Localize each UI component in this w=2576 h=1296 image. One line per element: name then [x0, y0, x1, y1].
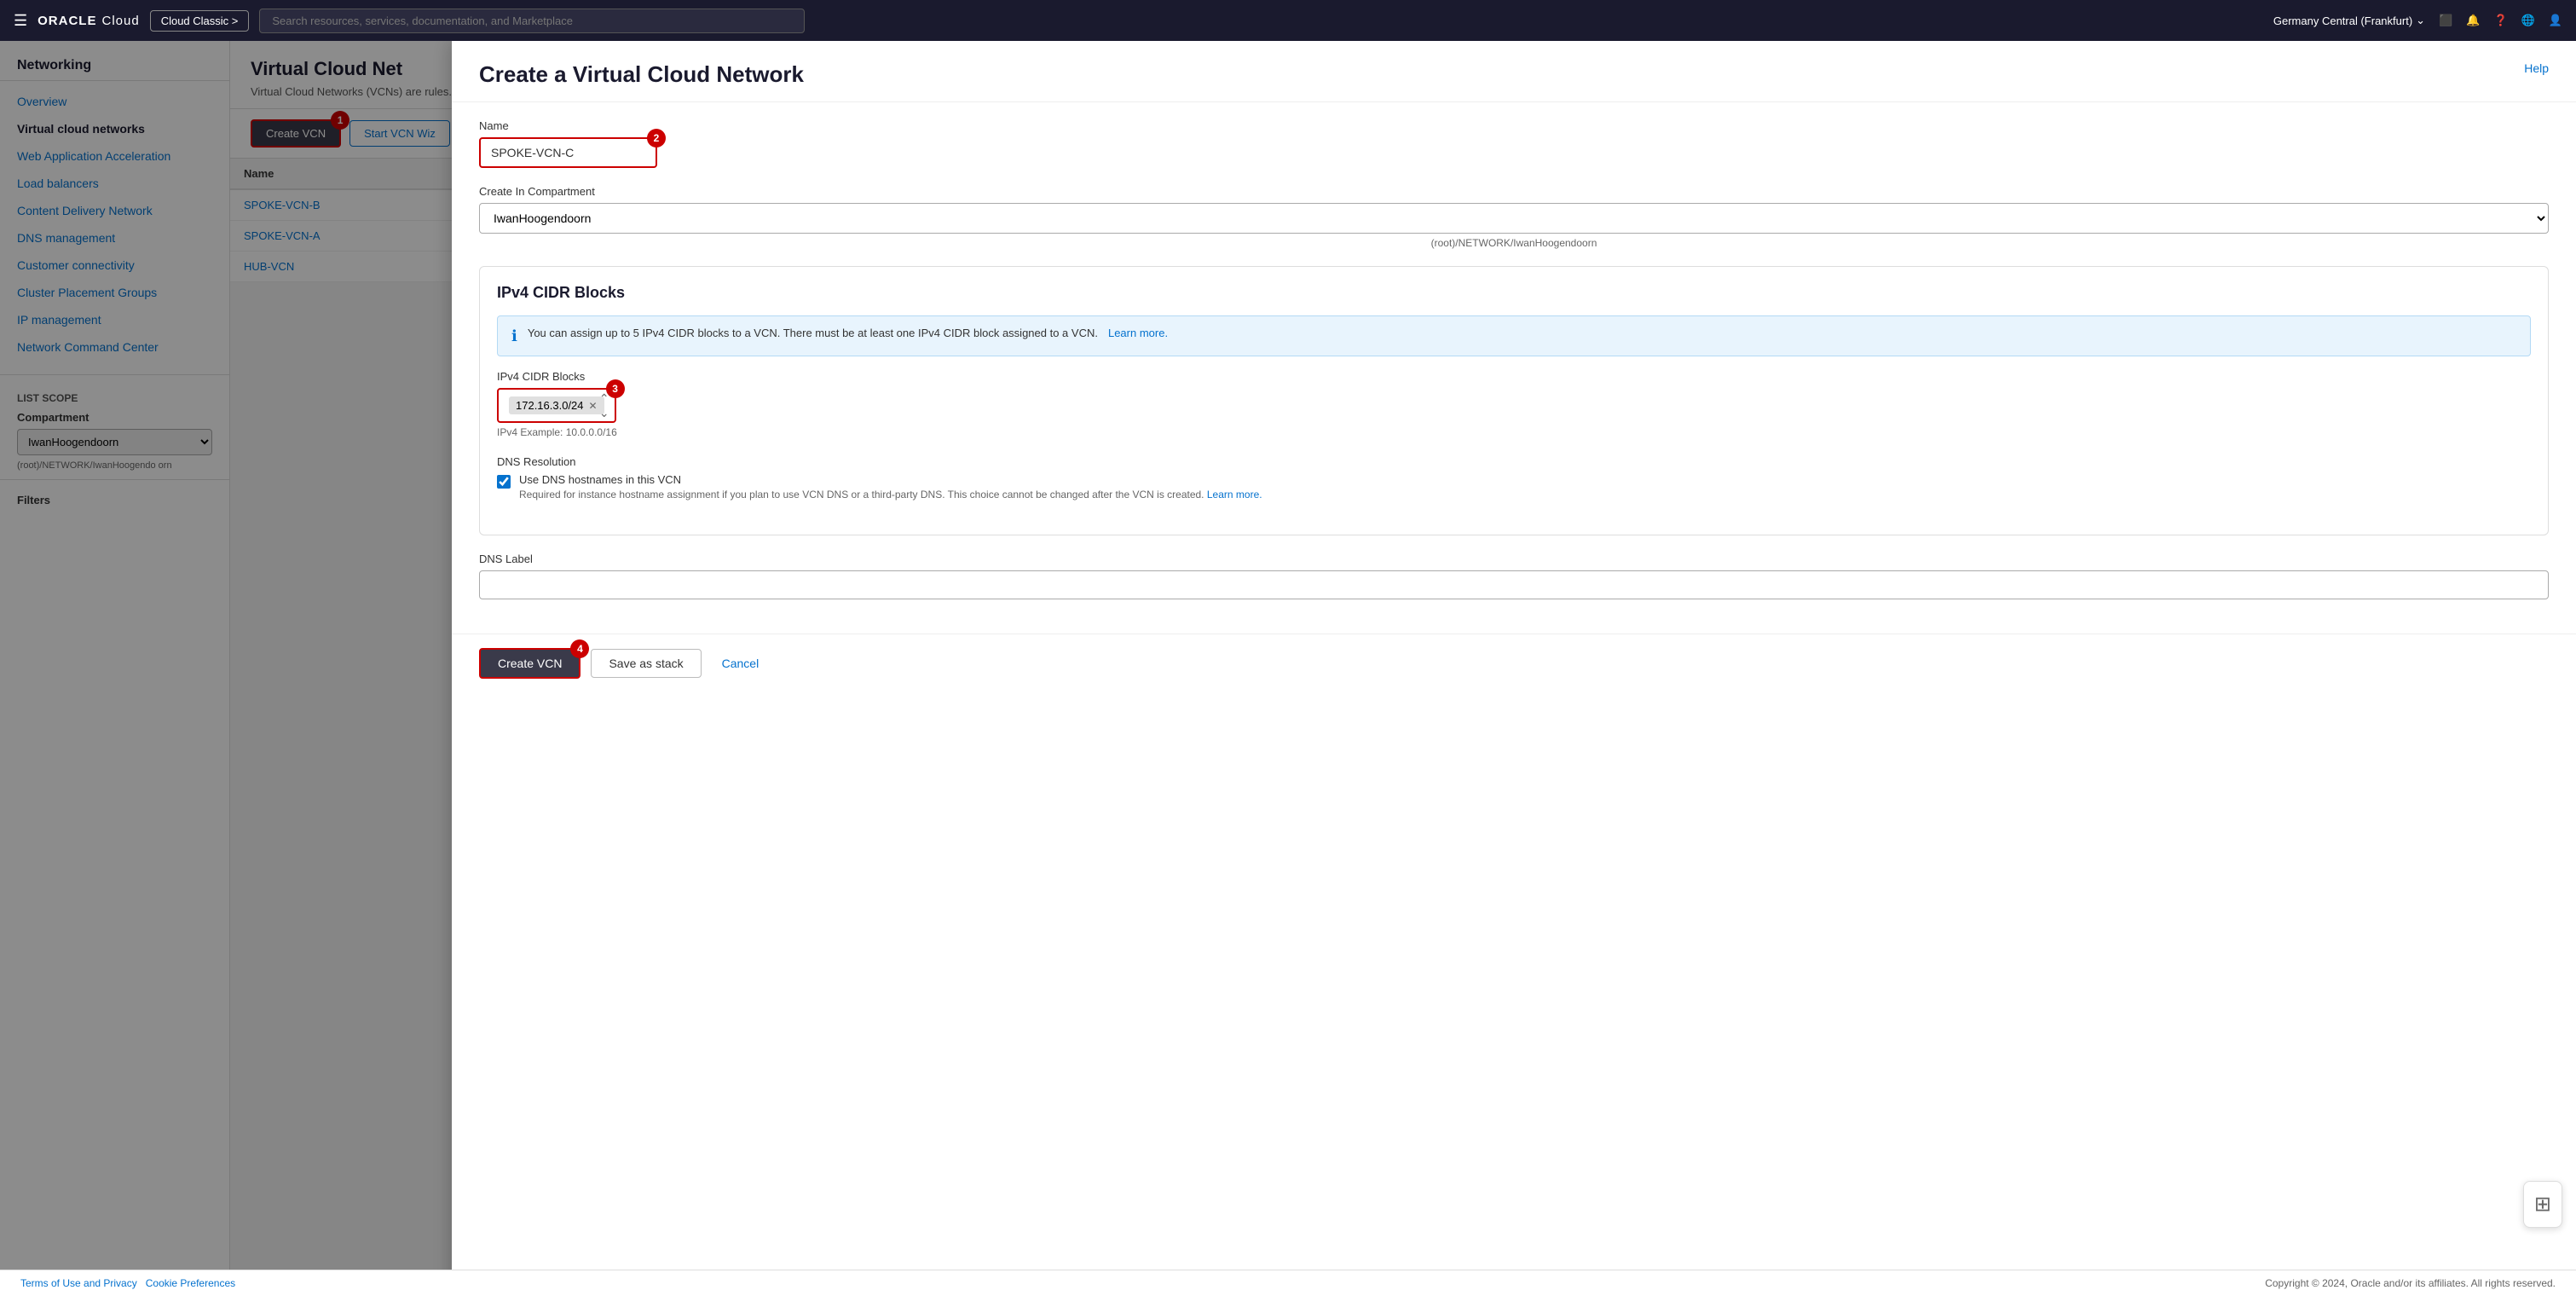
- dns-resolution-group: DNS Resolution Use DNS hostnames in this…: [497, 455, 2531, 500]
- cookie-link[interactable]: Cookie Preferences: [146, 1277, 235, 1289]
- step-badge-2: 2: [647, 129, 666, 148]
- name-input-wrapper: 2: [479, 137, 657, 168]
- info-banner: ℹ You can assign up to 5 IPv4 CIDR block…: [497, 315, 2531, 356]
- dns-learn-more-link[interactable]: Learn more.: [1207, 489, 1262, 500]
- dns-label-label: DNS Label: [479, 553, 2549, 565]
- ipv4-section-title: IPv4 CIDR Blocks: [497, 284, 2531, 302]
- compartment-field-group: Create In Compartment IwanHoogendoorn (r…: [479, 185, 2549, 249]
- help-link[interactable]: Help: [2524, 61, 2549, 75]
- help-widget[interactable]: ⊞: [2523, 1181, 2562, 1228]
- modal-header: Create a Virtual Cloud Network Help: [452, 41, 2576, 102]
- step-badge-4: 4: [570, 639, 589, 658]
- name-field-group: Name 2: [479, 119, 2549, 168]
- cidr-arrow-icon: ⌃⌄: [599, 391, 609, 420]
- region-chevron: ⌄: [2416, 14, 2425, 27]
- help-icon[interactable]: ❓: [2493, 14, 2507, 27]
- oracle-label: ORACLE: [38, 14, 96, 28]
- modal-panel: Create a Virtual Cloud Network Help Name…: [452, 41, 2576, 1296]
- help-widget-icon: ⊞: [2534, 1192, 2551, 1217]
- vcn-name-input[interactable]: [479, 137, 657, 168]
- bottom-bar-links: Terms of Use and Privacy Cookie Preferen…: [20, 1277, 235, 1289]
- name-label: Name: [479, 119, 2549, 132]
- bell-icon[interactable]: 🔔: [2466, 14, 2480, 27]
- cloud-label: Cloud: [101, 14, 139, 28]
- dns-label-input[interactable]: [479, 570, 2549, 599]
- cidr-example-text: IPv4 Example: 10.0.0.0/16: [497, 426, 2531, 438]
- modal-body: Name 2 Create In Compartment IwanHoogend…: [452, 102, 2576, 634]
- modal-title: Create a Virtual Cloud Network: [479, 61, 804, 88]
- nav-right: Germany Central (Frankfurt) ⌄ ⬛ 🔔 ❓ 🌐 👤: [2273, 14, 2562, 27]
- hamburger-menu-icon[interactable]: ☰: [14, 12, 27, 30]
- ipv4-section-card: IPv4 CIDR Blocks ℹ You can assign up to …: [479, 266, 2549, 535]
- create-in-compartment-label: Create In Compartment: [479, 185, 2549, 198]
- cidr-tag-value: 172.16.3.0/24: [516, 399, 584, 412]
- globe-icon[interactable]: 🌐: [2521, 14, 2535, 27]
- dns-label-field-group: DNS Label: [479, 553, 2549, 599]
- modal-create-vcn-button[interactable]: Create VCN: [479, 648, 580, 679]
- cidr-field-group: IPv4 CIDR Blocks 172.16.3.0/24 ✕ 3 ⌃⌄ IP…: [497, 370, 2531, 438]
- oracle-logo: ORACLE Cloud: [38, 14, 140, 28]
- dns-checkbox-content: Use DNS hostnames in this VCN Required f…: [519, 473, 1262, 500]
- dns-checkbox-label: Use DNS hostnames in this VCN: [519, 473, 1262, 486]
- cloud-classic-button[interactable]: Cloud Classic >: [150, 10, 250, 32]
- cidr-input-box[interactable]: 172.16.3.0/24 ✕: [497, 388, 616, 423]
- modal-footer: Create VCN 4 Save as stack Cancel: [452, 634, 2576, 692]
- cidr-tag: 172.16.3.0/24 ✕: [509, 396, 604, 414]
- cancel-button[interactable]: Cancel: [712, 650, 770, 677]
- dns-resolution-label: DNS Resolution: [497, 455, 2531, 468]
- cidr-label: IPv4 CIDR Blocks: [497, 370, 2531, 383]
- ipv4-learn-more-link[interactable]: Learn more.: [1108, 327, 1168, 339]
- bottom-bar: Terms of Use and Privacy Cookie Preferen…: [0, 1270, 2576, 1296]
- region-label: Germany Central (Frankfurt): [2273, 14, 2412, 27]
- top-navigation: ☰ ORACLE Cloud Cloud Classic > Germany C…: [0, 0, 2576, 41]
- compartment-field-select[interactable]: IwanHoogendoorn: [479, 203, 2549, 234]
- region-selector[interactable]: Germany Central (Frankfurt) ⌄: [2273, 14, 2425, 27]
- user-avatar-icon[interactable]: 👤: [2549, 14, 2562, 27]
- terms-link[interactable]: Terms of Use and Privacy: [20, 1277, 137, 1289]
- copyright-text: Copyright © 2024, Oracle and/or its affi…: [2265, 1277, 2556, 1289]
- dns-hostname-checkbox-row: Use DNS hostnames in this VCN Required f…: [497, 473, 2531, 500]
- info-banner-text: You can assign up to 5 IPv4 CIDR blocks …: [528, 327, 1098, 339]
- dns-hostname-checkbox[interactable]: [497, 475, 511, 489]
- cidr-tag-remove-icon[interactable]: ✕: [589, 400, 598, 412]
- info-icon: ℹ: [511, 327, 517, 345]
- save-as-stack-button[interactable]: Save as stack: [591, 649, 701, 678]
- terminal-icon[interactable]: ⬛: [2439, 14, 2452, 27]
- dns-checkbox-desc: Required for instance hostname assignmen…: [519, 489, 1262, 500]
- cidr-input-container: 172.16.3.0/24 ✕ 3 ⌃⌄: [497, 388, 616, 423]
- create-vcn-footer-wrapper: Create VCN 4: [479, 648, 580, 679]
- compartment-path: (root)/NETWORK/IwanHoogendoorn: [479, 237, 2549, 249]
- separator: [140, 1277, 146, 1289]
- search-input[interactable]: [259, 9, 805, 33]
